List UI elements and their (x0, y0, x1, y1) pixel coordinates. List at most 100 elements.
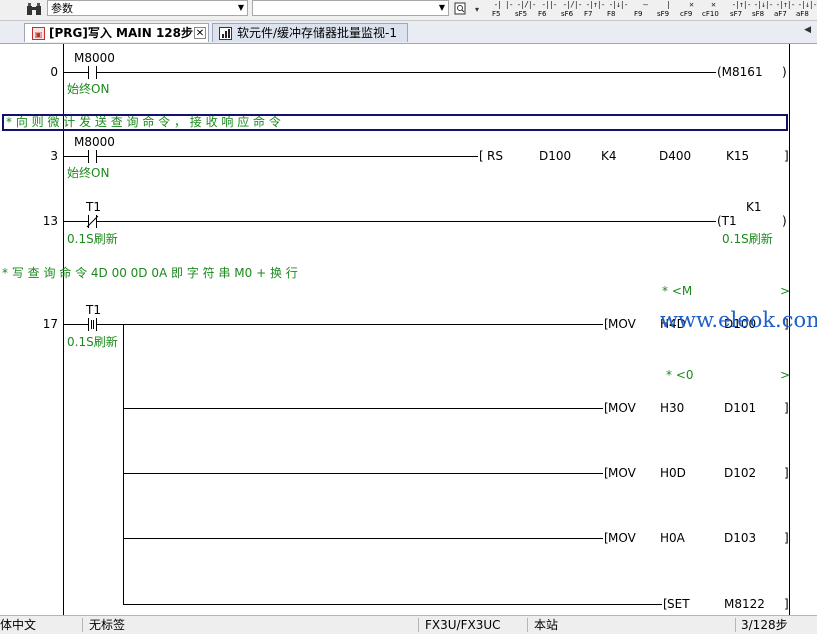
status-separator (527, 618, 528, 632)
ladder-symbol-icon: ✕ (711, 0, 716, 9)
status-separator (735, 618, 736, 632)
fkey-label: F8 (607, 10, 616, 18)
instruction-end: ] (784, 401, 789, 415)
toolbar: 参数 ▼ ▼ ▾ -| |- F5 -|/|- sF5 -||- F6 -|/|- sF6 -|… (0, 0, 817, 21)
instruction-operand[interactable]: D102 (724, 466, 756, 480)
instruction-name[interactable]: MOV (608, 466, 636, 480)
instruction-name[interactable]: MOV (608, 531, 636, 545)
close-icon[interactable]: ✕ (194, 27, 206, 39)
fkey-button-f6[interactable]: -||- F6 (538, 0, 560, 20)
statement-comment-selected[interactable]: * 向 则 微 计 发 送 查 询 命 令 ， 接 收 响 应 命 令 (2, 114, 788, 131)
statement-comment[interactable]: * 写 查 询 命 令 4D 00 0D 0A 即 字 符 串 M0 + 换 行 (2, 264, 298, 281)
ladder-symbol-icon: -|↑|- (731, 0, 751, 9)
device-note: * <M (662, 284, 693, 298)
fkey-button-sf6[interactable]: -|/|- sF6 (561, 0, 583, 20)
fkey-button-af8[interactable]: -|↓|- aF8 (796, 0, 817, 20)
fkey-button-sf5[interactable]: -|/|- sF5 (515, 0, 537, 20)
step-number: 3 (50, 149, 58, 163)
status-label: 无标签 (89, 618, 126, 632)
step-number: 13 (42, 214, 58, 228)
fkey-button-cf9[interactable]: ✕ cF9 (680, 0, 702, 20)
contact-device[interactable]: T1 (86, 303, 101, 317)
ladder-symbol-icon: | (666, 0, 671, 9)
instruction-operand[interactable]: D103 (724, 531, 756, 545)
search-icon[interactable] (453, 1, 469, 17)
monitor-chart-icon (219, 27, 232, 40)
contact-comment: 0.1S刷新 (67, 335, 118, 349)
fkey-button-f8[interactable]: -|↓|- F8 (607, 0, 629, 20)
ladder-symbol-icon: -|↓|- (608, 0, 628, 9)
instruction-operand[interactable]: K15 (726, 149, 749, 163)
step-number: 17 (42, 317, 58, 331)
instruction-operand[interactable]: D101 (724, 401, 756, 415)
instruction-end: ] (784, 149, 789, 163)
fkey-button-sf8[interactable]: -|↓|- sF8 (752, 0, 774, 20)
dropdown-toggle-icon[interactable]: ▾ (472, 1, 482, 17)
fkey-button-f5[interactable]: -| |- F5 (492, 0, 514, 20)
ladder-symbol-icon: -|/|- (516, 0, 536, 9)
fkey-button-af7[interactable]: -|↑|- aF7 (774, 0, 796, 20)
step-number: 0 (50, 65, 58, 79)
fkey-button-f9[interactable]: — F9 (634, 0, 656, 20)
tab-device-monitor[interactable]: 软元件/缓冲存储器批量监视-1 (212, 23, 408, 42)
fkey-button-sf9[interactable]: | sF9 (657, 0, 679, 20)
ladder-editor[interactable]: 0 M8000 始终ON (M8161 ) * 向 则 微 计 发 送 查 询 … (0, 44, 817, 615)
instruction-end: ] (784, 597, 789, 611)
status-plc-type: FX3U/FX3UC (425, 618, 501, 632)
contact-comment: 始终ON (67, 82, 110, 96)
coil-device[interactable]: (T1 (717, 214, 737, 228)
instruction-operand[interactable]: H30 (660, 401, 684, 415)
device-combo[interactable]: 参数 ▼ (47, 0, 248, 16)
chevron-down-icon[interactable]: ▼ (436, 1, 448, 15)
fkey-button-f7[interactable]: -|↑|- F7 (584, 0, 606, 20)
coil-device[interactable]: (M8161 (717, 65, 763, 79)
tab-bar: ▣ [PRG]写入 MAIN 128步 ✕ 软元件/缓冲存储器批量监视-1 ◀ (0, 21, 817, 44)
contact-device[interactable]: M8000 (74, 51, 115, 65)
fkey-label: cF10 (702, 10, 719, 18)
program-icon: ▣ (32, 27, 45, 40)
binoculars-icon[interactable] (25, 1, 43, 17)
contact-device[interactable]: T1 (86, 200, 101, 214)
contact-comment: 0.1S刷新 (67, 232, 118, 246)
instruction-operand[interactable]: H0A (660, 531, 685, 545)
coil-constant[interactable]: K1 (746, 200, 762, 214)
device-combo-value: 参数 (51, 2, 73, 15)
instruction-bracket: [ (479, 149, 484, 163)
fkey-button-sf7[interactable]: -|↑|- sF7 (730, 0, 752, 20)
fkey-label: F7 (584, 10, 593, 18)
fkey-label: aF8 (796, 10, 809, 18)
ladder-symbol-icon: -| |- (493, 0, 513, 9)
status-step-count: 3/128步 (741, 618, 788, 632)
instruction-name[interactable]: SET (667, 597, 690, 611)
fkey-label: F9 (634, 10, 643, 18)
instruction-operand[interactable]: D100 (539, 149, 571, 163)
fkey-label: sF6 (561, 10, 574, 18)
instruction-operand[interactable]: K4 (601, 149, 617, 163)
secondary-combo[interactable]: ▼ (252, 0, 449, 16)
tab-scroll-left-icon[interactable]: ◀ (804, 25, 811, 35)
instruction-operand[interactable]: M8122 (724, 597, 765, 611)
device-note-end: > (780, 368, 791, 382)
instruction-operand[interactable]: D400 (659, 149, 691, 163)
contact-device[interactable]: M8000 (74, 135, 115, 149)
ladder-symbol-icon: -||- (541, 0, 557, 9)
tab-device-monitor-label: 软元件/缓冲存储器批量监视-1 (237, 26, 398, 40)
status-separator (418, 618, 419, 632)
device-note: * <0 (666, 368, 694, 382)
fkey-button-cf10[interactable]: ✕ cF10 (702, 0, 724, 20)
instruction-operand[interactable]: H0D (660, 466, 686, 480)
instruction-name[interactable]: MOV (608, 317, 636, 331)
ladder-symbol-icon: -|/|- (562, 0, 582, 9)
watermark: www.eleok.com (660, 308, 817, 332)
instruction-name[interactable]: RS (487, 149, 503, 163)
chevron-down-icon[interactable]: ▼ (235, 1, 247, 15)
instruction-name[interactable]: MOV (608, 401, 636, 415)
coil-end: ) (782, 65, 787, 79)
coil-end: ) (782, 214, 787, 228)
fkey-label: sF9 (657, 10, 670, 18)
fkey-label: sF8 (752, 10, 765, 18)
status-separator (82, 618, 83, 632)
fkey-label: aF7 (774, 10, 787, 18)
tab-prg-main[interactable]: ▣ [PRG]写入 MAIN 128步 ✕ (24, 23, 209, 42)
tab-prg-main-label: [PRG]写入 MAIN 128步 (49, 26, 193, 40)
